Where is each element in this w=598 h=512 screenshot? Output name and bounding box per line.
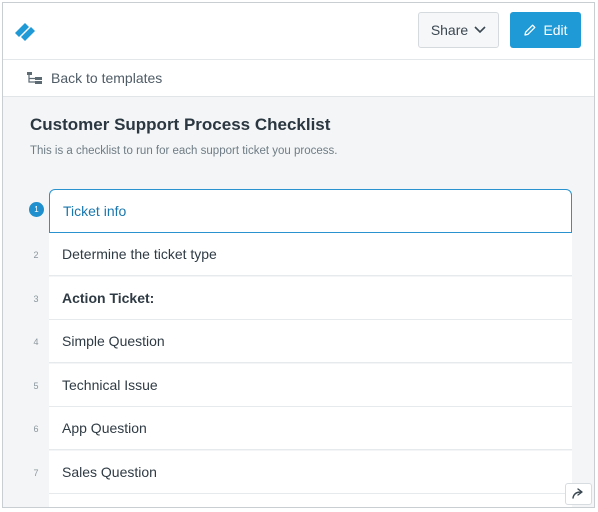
step-item-technical-issue[interactable]: Technical Issue xyxy=(49,364,572,407)
step-label: Simple Question xyxy=(62,333,165,349)
step-label: Ticket info xyxy=(63,203,127,219)
redo-arrow-icon xyxy=(571,488,583,499)
step-number: 6 xyxy=(33,424,39,434)
pencil-icon xyxy=(524,24,536,36)
app-window: Share Edit Back to templates Customer Su… xyxy=(2,2,595,508)
step-number: 5 xyxy=(33,381,39,391)
process-street-logo-icon[interactable] xyxy=(11,17,41,47)
step-item-action-ticket[interactable]: Action Ticket: xyxy=(49,277,572,320)
checklist-title: Customer Support Process Checklist xyxy=(30,115,331,134)
step-item-determine-type[interactable]: Determine the ticket type xyxy=(49,233,572,276)
top-header: Share Edit xyxy=(3,3,594,60)
step-item-partial[interactable] xyxy=(49,494,572,507)
chevron-down-icon xyxy=(474,26,486,34)
step-item-app-question[interactable]: App Question xyxy=(49,407,572,450)
checklist-description: This is a checklist to run for each supp… xyxy=(30,145,338,157)
step-number: 7 xyxy=(33,468,39,478)
step-item-simple-question[interactable]: Simple Question xyxy=(49,320,572,363)
edit-button-label: Edit xyxy=(543,22,568,38)
checklist-content: Customer Support Process Checklist This … xyxy=(3,97,594,507)
step-label: App Question xyxy=(62,420,147,436)
step-item-sales-question[interactable]: Sales Question xyxy=(49,451,572,494)
step-label: Determine the ticket type xyxy=(62,246,217,262)
back-to-templates-label: Back to templates xyxy=(51,70,163,86)
share-button-label: Share xyxy=(430,22,469,38)
share-button[interactable]: Share xyxy=(418,12,499,48)
step-item-ticket-info[interactable]: Ticket info xyxy=(49,189,572,233)
redo-arrow-button[interactable] xyxy=(565,483,592,505)
step-number: 3 xyxy=(33,294,39,304)
step-label: Sales Question xyxy=(62,464,157,480)
back-to-templates-link[interactable]: Back to templates xyxy=(3,60,594,97)
step-label: Action Ticket: xyxy=(62,290,155,306)
edit-button[interactable]: Edit xyxy=(510,12,581,48)
templates-tree-icon xyxy=(27,72,42,84)
step-label: Technical Issue xyxy=(62,377,158,393)
step-number: 1 xyxy=(29,202,44,217)
step-number: 2 xyxy=(33,250,39,260)
step-number: 4 xyxy=(33,337,39,347)
